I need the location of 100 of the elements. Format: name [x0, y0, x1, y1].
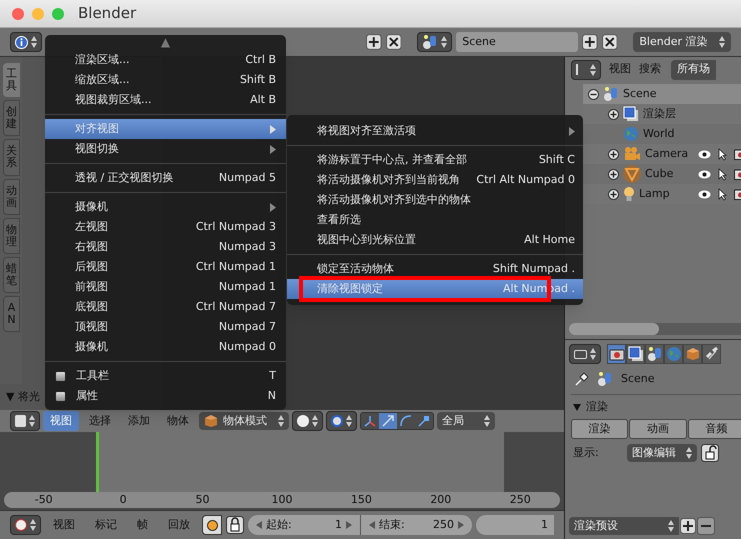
menu-item[interactable]: 后视图 Ctrl Numpad 1 [45, 257, 286, 277]
image-stack-icon [623, 106, 639, 122]
arc-icon[interactable] [397, 413, 415, 429]
filter-dropdown[interactable]: 所有场 [671, 60, 716, 80]
increment-arrow-icon [346, 521, 352, 529]
scale-icon[interactable] [415, 413, 433, 429]
eye-icon[interactable] [698, 150, 711, 158]
menu-item[interactable]: 查看所选 [287, 210, 583, 230]
render-action-button[interactable]: 音频 [688, 419, 741, 439]
menu-item[interactable]: 摄像机 [45, 197, 286, 217]
menu-item[interactable]: 视图切换 [45, 139, 286, 159]
editor-type-button[interactable] [10, 515, 41, 535]
end-frame-field[interactable]: 结束: 250 [360, 515, 472, 535]
editor-type-button[interactable] [10, 411, 40, 431]
current-frame-field[interactable]: 1 [476, 515, 554, 535]
padlock-icon[interactable] [226, 516, 244, 534]
expand-icon[interactable] [608, 168, 619, 180]
shading-dropdown[interactable] [292, 411, 323, 431]
scene-selector-button[interactable] [417, 32, 452, 52]
render-action-button[interactable]: 动画 [629, 419, 687, 439]
scene-field[interactable]: Scene [456, 32, 578, 52]
property-tab[interactable] [607, 344, 626, 364]
menu-button[interactable]: 视图 [45, 515, 83, 535]
menu-button[interactable]: 添加 [121, 411, 157, 431]
remove-icon[interactable] [697, 517, 715, 535]
pivot-dropdown[interactable] [326, 411, 357, 431]
menu-item[interactable]: 缩放区域... Shift B [45, 70, 286, 90]
tool-shelf-tab[interactable]: 工具 [3, 63, 20, 98]
menu-item[interactable]: 视图中心到光标位置 Alt Home [287, 230, 583, 250]
menu-item[interactable]: 渲染区域... Ctrl B [45, 50, 286, 70]
outliner-row[interactable]: Scene [583, 84, 741, 104]
unlocked-padlock-icon[interactable] [701, 444, 719, 462]
cursor-arrow-icon[interactable] [718, 148, 727, 160]
property-tab[interactable] [626, 344, 645, 364]
menu-item[interactable]: 将视图对齐至激活项 [287, 121, 583, 141]
menu-item[interactable]: 顶视图 Numpad 7 [45, 317, 286, 337]
menu-item[interactable]: 视图裁剪区域... Alt B [45, 90, 286, 110]
menu-item[interactable]: 摄像机 Numpad 0 [45, 337, 286, 357]
cursor-arrow-icon[interactable] [718, 168, 727, 180]
menu-button[interactable]: 物体 [160, 411, 196, 431]
expand-icon[interactable] [608, 188, 619, 200]
menu-button[interactable]: 选择 [82, 411, 118, 431]
submenu-arrow-icon [569, 126, 575, 136]
close-icon[interactable] [386, 34, 402, 50]
menu-item[interactable]: 右视图 Numpad 3 [45, 237, 286, 257]
property-tab[interactable] [645, 344, 664, 364]
menu-item[interactable]: 将活动摄像机对齐到当前视角 Ctrl Alt Numpad 0 [287, 170, 583, 190]
add-icon[interactable] [680, 518, 696, 534]
outliner-label: Camera [645, 146, 688, 162]
menu-item[interactable]: 将活动摄像机对齐到选中的物体 [287, 190, 583, 210]
menu-item[interactable]: 锁定至活动物体 Shift Numpad . [287, 259, 583, 279]
preset-dropdown[interactable]: 渲染预设 [569, 517, 679, 535]
pin-icon[interactable] [575, 372, 589, 386]
render-engine-dropdown[interactable]: Blender 渲染 [633, 32, 732, 52]
property-tab[interactable] [683, 344, 702, 364]
menu-button[interactable]: 标记 [87, 515, 125, 535]
cursor-arrow-icon[interactable] [718, 188, 727, 200]
arrow-icon[interactable] [379, 413, 397, 429]
menu-button[interactable]: 视图 [609, 61, 631, 78]
ruler-label: 150 [350, 492, 373, 508]
property-tab[interactable] [702, 344, 721, 364]
menu-item[interactable]: 左视图 Ctrl Numpad 3 [45, 217, 286, 237]
mode-dropdown[interactable]: 物体模式 [199, 412, 289, 430]
menu-item[interactable]: 将游标置于中心点, 并查看全部 Shift C [287, 150, 583, 170]
keyframe-icon[interactable] [202, 515, 222, 535]
panel-header[interactable]: 渲染 [569, 398, 741, 416]
updown-arrows-icon [30, 518, 36, 532]
close-icon[interactable] [602, 34, 618, 50]
menu-button[interactable]: 帧 [129, 515, 156, 535]
menu-item[interactable]: 底视图 Ctrl Numpad 7 [45, 297, 286, 317]
eye-icon[interactable] [698, 170, 711, 178]
updown-arrows-icon [590, 347, 596, 361]
menu-button[interactable]: 搜索 [639, 61, 661, 78]
orientation-dropdown[interactable]: 全局 [437, 412, 495, 430]
camera-icon [608, 347, 624, 361]
menu-button[interactable]: 回放 [160, 515, 198, 535]
checkbox[interactable] [55, 370, 66, 382]
expand-icon[interactable] [608, 108, 619, 120]
add-icon[interactable] [366, 34, 382, 50]
editor-type-button[interactable] [571, 60, 601, 80]
editor-type-button[interactable] [10, 32, 42, 52]
menu-button[interactable]: 视图 [43, 411, 79, 431]
scrollbar[interactable] [569, 323, 741, 335]
eye-icon[interactable] [698, 190, 711, 198]
menu-item[interactable]: 前视图 Numpad 1 [45, 277, 286, 297]
collapse-icon[interactable] [588, 88, 599, 100]
editor-type-button[interactable] [569, 344, 601, 364]
start-frame-field[interactable]: 起始: 1 [248, 515, 360, 535]
menu-item[interactable]: 属性 N [45, 386, 286, 406]
add-icon[interactable] [582, 34, 598, 50]
expand-icon[interactable] [608, 148, 619, 160]
menu-item[interactable]: 透视 / 正交视图切换 Numpad 5 [45, 168, 286, 188]
render-action-button[interactable]: 渲染 [571, 419, 628, 439]
display-dropdown[interactable]: 图像编辑 [627, 444, 697, 462]
checkbox[interactable] [55, 390, 66, 402]
decrement-arrow-icon [256, 521, 262, 529]
globe-icon [666, 346, 682, 362]
outliner-label: 渲染层 [643, 106, 676, 122]
menu-item[interactable]: 工具栏 T [45, 366, 286, 386]
axes-icon[interactable] [361, 413, 379, 429]
